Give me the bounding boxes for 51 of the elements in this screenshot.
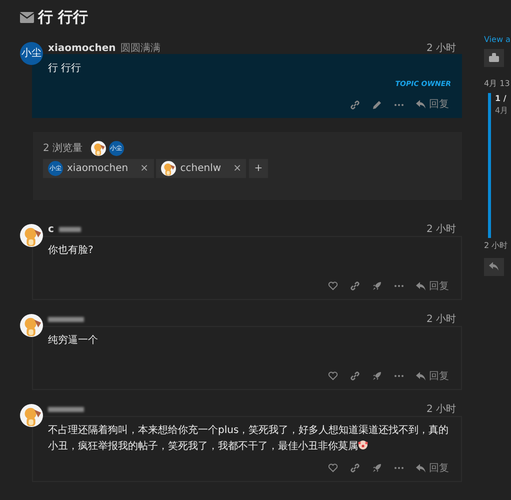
post-body: 你也有脸? [48,244,94,258]
post-body: 不占理还隔着狗叫，本来想给你充一个plus，笑死我了，好多人想知道渠道还找不到，真的小丑，疯狂举报我的帖子，笑死我了，我都不干了，最佳小丑非你莫属 [48,424,450,454]
user-chip[interactable]: cchenlw × [156,158,246,178]
link-button[interactable] [348,369,362,384]
reply-icon [416,372,426,381]
pencil-icon [372,100,382,110]
timeline-date: 4月 13 [484,78,511,90]
timeline-progress-date: 4月 [495,104,510,116]
rocket-icon [372,281,382,292]
remove-button[interactable]: × [225,160,242,176]
link-icon [350,281,360,292]
link-icon [350,100,360,110]
post-body: 行 行行 [48,62,82,76]
post-time[interactable]: 2 小时 [426,40,456,56]
view-count: 2 浏览量 [43,142,83,156]
envelope-icon [20,12,34,22]
reply-button[interactable]: 回复 [414,458,451,478]
reply-icon [416,464,426,473]
avatar: 小尘 [20,42,43,65]
reply-button[interactable]: 回复 [414,276,451,296]
view-button[interactable] [484,48,504,67]
post-time[interactable]: 2 小时 [426,222,456,238]
topic-title: 行 行行 [38,6,88,28]
chip-username: xiaomochen [67,162,128,176]
chip-username: cchenlw [180,162,222,176]
view-as-link[interactable]: View a [484,34,511,46]
add-button[interactable]: + [249,158,268,178]
rocket-icon [372,463,382,474]
rocket-icon [372,371,382,382]
post-time[interactable]: 2 小时 [426,312,456,328]
reply-button[interactable]: 回复 [414,366,451,386]
link-button[interactable] [348,279,362,294]
reply-icon [489,262,499,272]
reply-button[interactable]: 回复 [414,95,451,114]
reply-icon [416,282,426,291]
user-title: 圆圆满满 [120,42,161,56]
post-time[interactable]: 2 小时 [426,402,456,418]
heart-icon [328,463,338,474]
timeline-end-time: 2 小时 [484,240,509,252]
reply-icon [416,100,426,109]
reply-button[interactable] [484,258,504,276]
heart-icon [328,371,338,382]
link-button[interactable] [348,98,362,112]
link-button[interactable] [348,461,362,476]
link-icon [350,463,360,474]
link-icon [350,371,360,382]
remove-button[interactable]: × [132,160,149,176]
post-body: 纯穷逼一个 [48,334,99,348]
username[interactable]: c [48,222,54,238]
username[interactable]: xiaomochen [48,40,116,56]
heart-icon [328,281,338,292]
